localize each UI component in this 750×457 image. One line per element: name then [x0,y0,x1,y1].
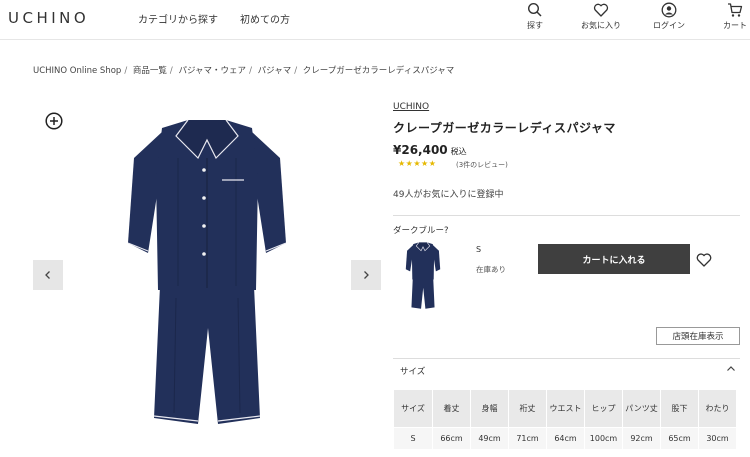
size-table-header: ヒップ [584,389,623,428]
variant-size: S [476,245,482,254]
size-table-cell: 100cm [584,427,623,450]
size-table-cell: 49cm [470,427,509,450]
store-stock-button[interactable]: 店頭在庫表示 [656,327,740,345]
review-count-link[interactable]: (3件のレビュー) [456,160,508,170]
stock-status: 在庫あり [476,265,506,274]
size-table-cell: 66cm [432,427,471,450]
size-table-header-row: サイズ 着丈 身幅 裄丈 ウエスト ヒップ パンツ丈 股下 わたり [393,389,737,428]
product-price: ¥26,400 税込 [393,143,467,157]
header-search[interactable]: 探す [512,2,558,31]
table-row: S 66cm 49cm 71cm 64cm 100cm 92cm 65cm 30… [393,427,737,450]
header-login[interactable]: ログイン [646,2,692,31]
size-table-header: わたり [698,389,737,428]
chevron-up-icon [727,366,735,371]
nav-category-search[interactable]: カテゴリから探す [138,11,218,26]
size-table-header: パンツ丈 [622,389,661,428]
heart-icon [593,3,609,17]
header-favorites[interactable]: お気に入り [578,2,624,31]
header-cart[interactable]: カート [712,2,750,31]
size-table-header: ウエスト [546,389,585,428]
header-login-label: ログイン [653,21,685,30]
chevron-right-icon [364,271,369,279]
size-table-header: 身幅 [470,389,509,428]
tax-label: 税込 [450,147,467,156]
size-table-header: 裄丈 [508,389,547,428]
user-icon [661,2,677,18]
size-table-cell: 64cm [546,427,585,450]
breadcrumb: UCHINO Online Shop / 商品一覧 / パジャマ・ウェア / パジャマ… [33,66,455,76]
divider [393,215,740,216]
size-section-toggle[interactable]: サイズ [393,358,740,380]
size-table-header: 着丈 [432,389,471,428]
nav-first-time[interactable]: 初めての方 [240,11,290,26]
size-table-header: サイズ [393,389,433,428]
size-table-header: 股下 [660,389,699,428]
site-header: UCHINO カテゴリから探す 初めての方 探す お気に入り ログイン カート [0,0,750,40]
breadcrumb-current: クレープガーゼカラーレディスパジャマ [302,66,455,76]
product-title: クレープガーゼカラーレディスパジャマ [393,121,616,135]
favorite-button[interactable] [696,252,712,267]
gallery-prev-button[interactable] [33,260,63,290]
size-table-cell: 71cm [508,427,547,450]
site-logo[interactable]: UCHINO [8,9,89,27]
gallery-next-button[interactable] [351,260,381,290]
search-icon [527,2,542,17]
size-table-cell: 65cm [660,427,699,450]
breadcrumb-item[interactable]: パジャマ・ウェア [178,66,246,76]
header-favorites-label: お気に入り [581,21,621,30]
variant-thumbnail[interactable] [398,242,448,310]
color-label: ダークブルー? [393,226,449,236]
header-search-label: 探す [527,21,543,30]
size-table-cell: 30cm [698,427,737,450]
product-image[interactable] [118,118,296,430]
size-table-cell: S [393,427,433,450]
size-table-cell: 92cm [622,427,661,450]
brand-link[interactable]: UCHINO [393,102,429,112]
favorite-count: 49人がお気に入りに登録中 [393,190,504,200]
zoom-in-icon [45,112,63,130]
add-to-cart-button[interactable]: カートに入れる [538,244,690,274]
zoom-button[interactable] [45,112,63,130]
breadcrumb-item[interactable]: UCHINO Online Shop [33,66,121,76]
heart-icon [696,253,712,267]
header-cart-label: カート [723,21,747,30]
price-value: ¥26,400 [393,143,448,157]
size-table: サイズ 着丈 身幅 裄丈 ウエスト ヒップ パンツ丈 股下 わたり S 66cm… [393,389,737,450]
breadcrumb-item[interactable]: パジャマ [258,66,292,76]
size-section-title: サイズ [400,367,426,377]
breadcrumb-item[interactable]: 商品一覧 [133,66,167,76]
chevron-left-icon [45,271,50,279]
cart-icon [728,3,743,17]
rating-stars: ★★★★★ [398,159,437,168]
